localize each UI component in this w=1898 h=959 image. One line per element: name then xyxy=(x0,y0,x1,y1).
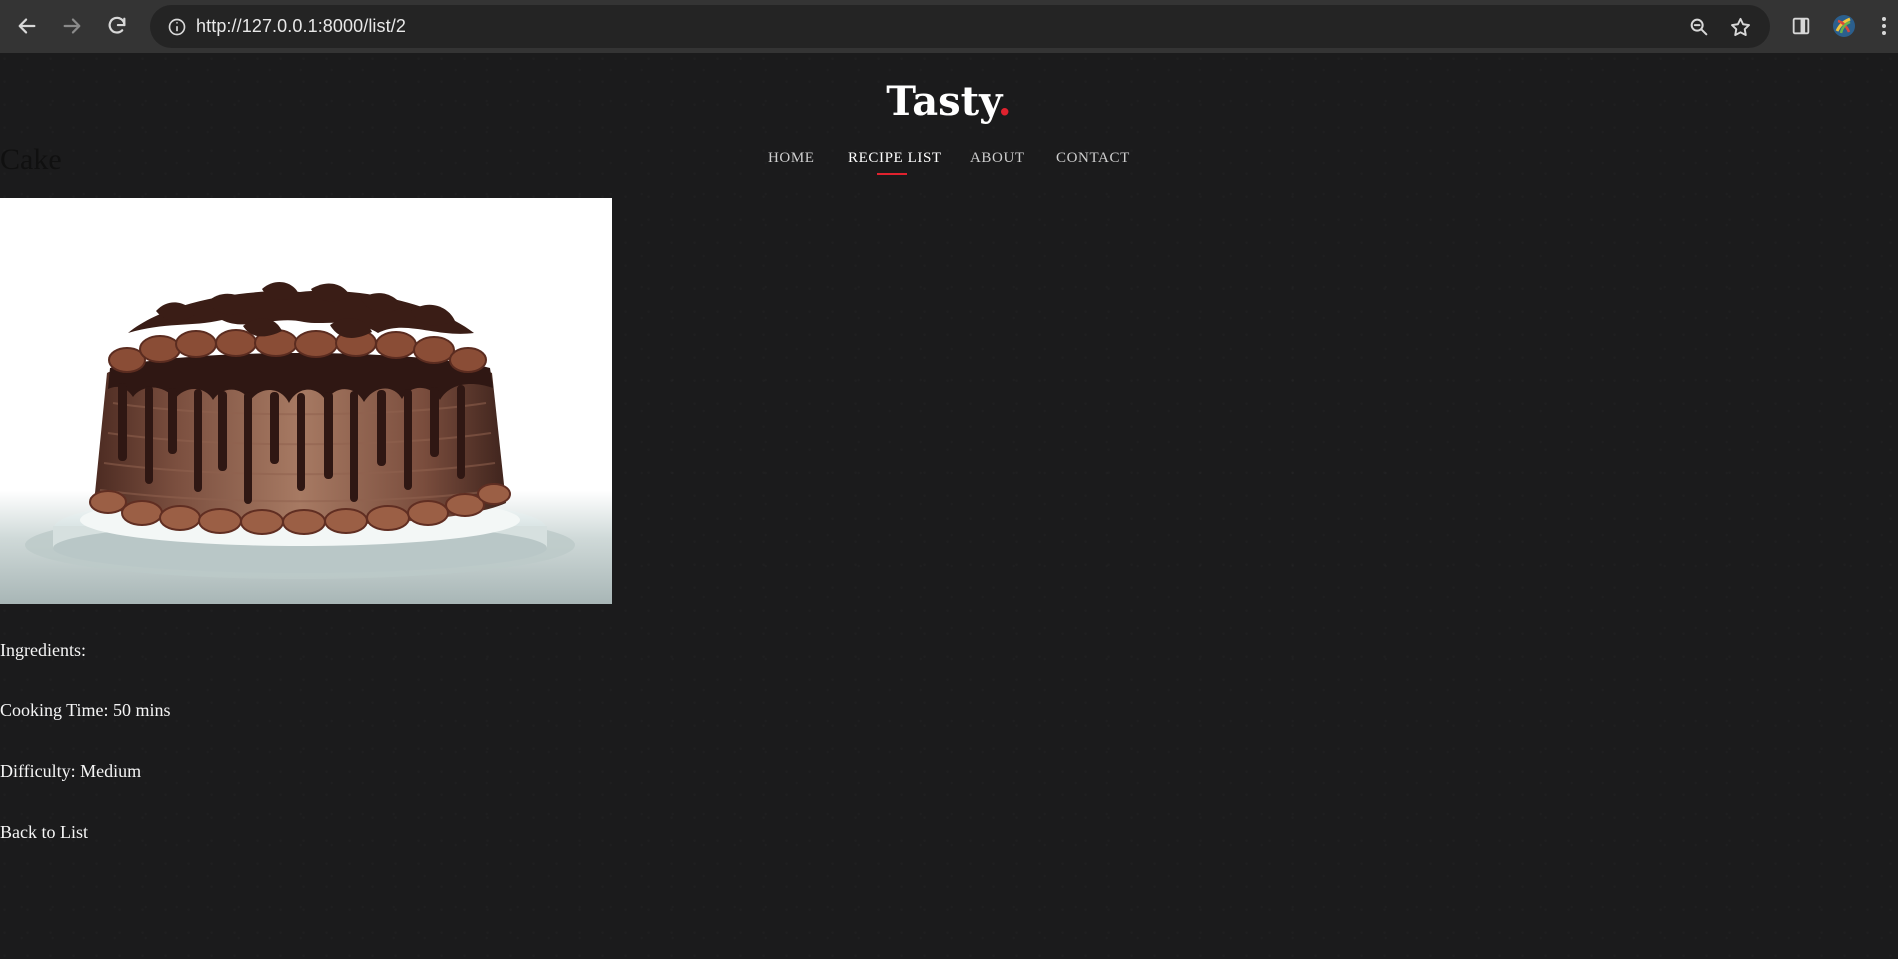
difficulty: Difficulty: Medium xyxy=(0,761,142,781)
profile-avatar-icon xyxy=(1833,15,1855,37)
back-button[interactable] xyxy=(8,7,46,45)
nav-contact[interactable]: CONTACT xyxy=(1056,150,1130,167)
brand-name: Tasty xyxy=(886,78,998,125)
browser-menu-button[interactable] xyxy=(1870,7,1898,45)
active-nav-underline xyxy=(877,173,907,175)
reload-button[interactable] xyxy=(98,7,136,45)
nav-about[interactable]: ABOUT xyxy=(970,150,1025,167)
url-text[interactable]: http://127.0.0.1:8000/list/2 xyxy=(196,16,406,37)
more-vertical-icon xyxy=(1882,17,1886,35)
recipe-page: Tasty. HOME RECIPE LIST ABOUT CONTACT Ca… xyxy=(0,53,1898,959)
back-to-list-link[interactable]: Back to List xyxy=(0,822,88,842)
site-logo[interactable]: Tasty. xyxy=(0,78,1898,125)
nav-recipe-list[interactable]: RECIPE LIST xyxy=(848,150,942,167)
arrow-left-icon xyxy=(18,18,36,34)
cooking-time: Cooking Time: 50 mins xyxy=(0,700,171,720)
arrow-right-icon xyxy=(63,18,81,34)
info-icon xyxy=(168,18,186,36)
browser-toolbar: http://127.0.0.1:8000/list/2 xyxy=(0,0,1898,53)
back-to-list-item: Back to List xyxy=(0,822,88,843)
zoom-icon xyxy=(1690,18,1708,36)
chocolate-cake-image xyxy=(0,198,612,604)
bookmark-button[interactable] xyxy=(1723,10,1757,44)
recipe-title: Cake xyxy=(0,143,62,176)
site-info-button[interactable] xyxy=(160,10,194,44)
reload-icon xyxy=(108,16,126,34)
nav-home[interactable]: HOME xyxy=(768,150,815,167)
ingredients-label: Ingredients: xyxy=(0,640,86,660)
recipe-image xyxy=(0,198,612,604)
zoom-button[interactable] xyxy=(1682,10,1716,44)
profile-button[interactable] xyxy=(1825,7,1863,45)
address-bar[interactable]: http://127.0.0.1:8000/list/2 xyxy=(150,5,1770,48)
star-icon xyxy=(1730,17,1750,36)
side-panel-icon xyxy=(1792,17,1810,35)
side-panel-button[interactable] xyxy=(1782,7,1820,45)
forward-button[interactable] xyxy=(53,7,91,45)
brand-dot: . xyxy=(997,78,1012,125)
